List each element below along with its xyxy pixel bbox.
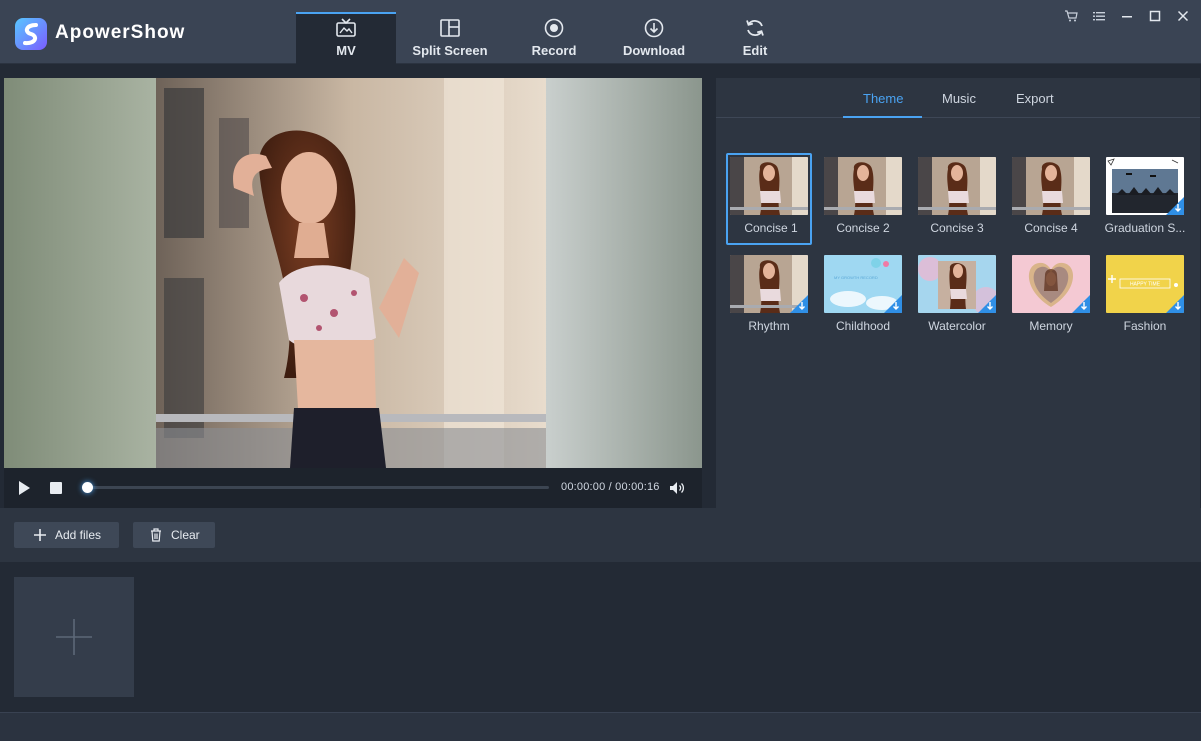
theme-thumbnail: MY GROWTH RECORD [824,255,902,313]
nav-tab-label: Record [531,43,577,58]
theme-label: Childhood [835,319,891,333]
trash-icon [151,528,161,542]
split-screen-icon [440,19,460,37]
theme-label: Concise 1 [744,221,798,235]
record-icon [544,18,564,38]
theme-label: Concise 4 [1024,221,1078,235]
theme-watercolor[interactable]: Watercolor [914,251,1000,343]
stop-button[interactable] [44,468,68,508]
theme-label: Fashion [1123,319,1167,333]
theme-thumbnail [918,255,996,313]
minimize-button[interactable] [1116,7,1138,25]
theme-label: Concise 2 [836,221,890,235]
theme-label: Rhythm [748,319,790,333]
nav-tab-download[interactable]: Download [604,12,704,64]
theme-label: Memory [1029,319,1073,333]
theme-concise-2[interactable]: Concise 2 [820,153,906,245]
theme-thumbnail [918,157,996,215]
time-display: 00:00:00 / 00:00:16 [561,481,660,493]
add-media-tile[interactable] [14,577,134,697]
close-icon [1177,10,1189,22]
nav-tab-label: MV [336,43,356,58]
nav-tab-split-screen[interactable]: Split Screen [400,12,500,64]
theme-label: Concise 3 [930,221,984,235]
media-area [0,562,1201,712]
clear-button[interactable]: Clear [133,522,215,548]
download-badge-icon [1072,295,1090,313]
refresh-icon [746,20,764,36]
childhood-thumb-text: MY GROWTH RECORD [834,275,878,280]
clear-label: Clear [171,528,200,542]
close-button[interactable] [1172,7,1194,25]
download-badge-icon [978,295,996,313]
download-badge-icon [790,295,808,313]
maximize-icon [1149,10,1161,22]
timeline-knob[interactable] [82,482,93,493]
menu-button[interactable] [1088,7,1110,25]
theme-thumbnail [1012,255,1090,313]
theme-label: Graduation S... [1104,221,1186,235]
media-toolbar: Add files Clear [0,508,1201,562]
play-button[interactable] [12,468,36,508]
app-brand-name: ApowerShow [55,22,186,43]
theme-thumbnail [1012,157,1090,215]
theme-concise-3[interactable]: Concise 3 [914,153,1000,245]
cart-button[interactable] [1060,7,1082,25]
apowershow-window: ApowerShow MV Split Screen Record Downlo… [0,0,1201,741]
nav-tab-mv[interactable]: MV [296,12,396,64]
title-bar: ApowerShow MV Split Screen Record Downlo… [0,0,1201,64]
theme-thumbnail [730,255,808,313]
preview-image [4,78,702,468]
nav-tab-label: Download [622,43,686,58]
tab-music[interactable]: Music [942,91,976,106]
nav-tab-edit[interactable]: Edit [705,12,805,64]
plus-icon [56,619,92,655]
minimize-icon [1122,16,1132,18]
fashion-thumb-text: HAPPY TIME [1130,282,1161,288]
theme-rhythm[interactable]: Rhythm [726,251,812,343]
play-icon [19,481,30,495]
nav-tab-label: Split Screen [412,43,488,58]
theme-concise-1[interactable]: Concise 1 [726,153,812,245]
nav-tab-label: Edit [742,43,768,58]
theme-panel: Theme Music Export Concise 1 Concise 2 C… [716,78,1200,508]
download-badge-icon [1166,295,1184,313]
theme-label: Watercolor [928,319,986,333]
theme-thumbnail [1106,157,1184,215]
status-bar [0,712,1201,741]
theme-graduation-season[interactable]: Graduation S... [1102,153,1188,245]
theme-thumbnail: HAPPY TIME [1106,255,1184,313]
menu-icon [1093,12,1105,21]
apowershow-logo-icon [15,18,47,50]
active-tab-indicator [843,116,922,118]
download-badge-icon [1166,197,1184,215]
volume-button[interactable] [666,468,688,508]
maximize-button[interactable] [1144,7,1166,25]
cart-icon [1065,10,1078,22]
theme-thumbnail [730,157,808,215]
theme-concise-4[interactable]: Concise 4 [1008,153,1094,245]
panel-tabs: Theme Music Export [716,78,1200,118]
theme-memory[interactable]: Memory [1008,251,1094,343]
add-files-button[interactable]: Add files [14,522,119,548]
tab-theme[interactable]: Theme [863,91,903,106]
nav-tab-record[interactable]: Record [504,12,604,64]
download-badge-icon [884,295,902,313]
theme-thumbnail [824,157,902,215]
plus-icon [34,529,46,541]
add-files-label: Add files [55,528,102,542]
theme-fashion[interactable]: HAPPY TIME Fashion [1102,251,1188,343]
player-controls: 00:00:00 / 00:00:16 [4,468,702,508]
tv-icon [336,18,356,37]
download-icon [644,18,664,38]
timeline-slider[interactable] [82,482,549,493]
stop-icon [50,482,62,494]
video-preview[interactable] [4,78,702,468]
tab-export[interactable]: Export [1016,91,1054,106]
theme-childhood[interactable]: MY GROWTH RECORD Childhood [820,251,906,343]
volume-icon [670,482,685,494]
